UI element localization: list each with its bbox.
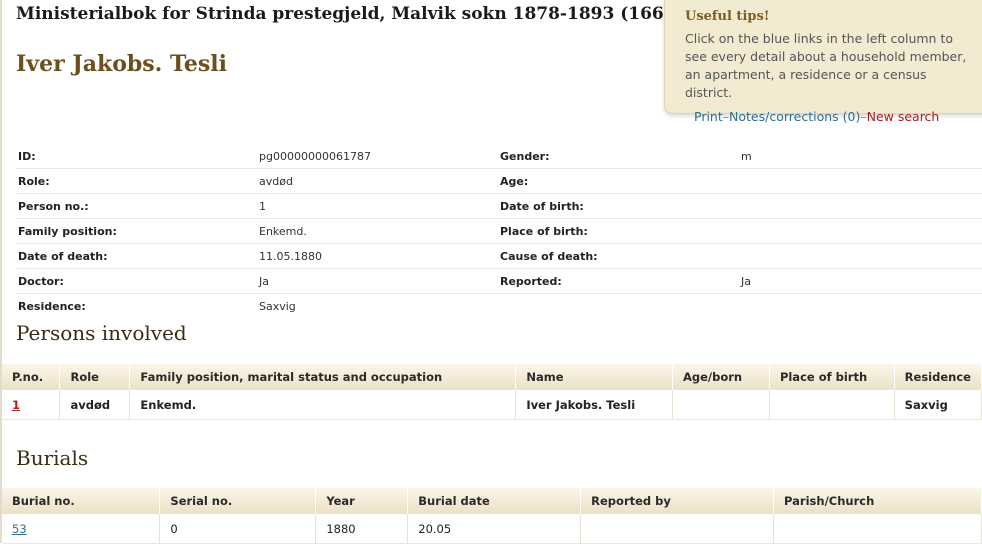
doctor-value: Ja <box>257 268 498 294</box>
cell-burial-date: 20.05 <box>407 514 582 544</box>
role-value: avdød <box>257 168 498 194</box>
person-details-table: ID: pg00000000061787 Gender: m Role: avd… <box>16 144 982 318</box>
tips-title: Useful tips! <box>685 9 770 24</box>
cell-family-position: Enkemd. <box>129 390 517 420</box>
residence-value: Saxvig <box>259 299 296 313</box>
persons-table: P.no. Role Family position, marital stat… <box>2 364 982 420</box>
detail-row: Role: avdød Age: <box>16 168 982 194</box>
cell-name: Iver Jakobs. Tesli <box>515 390 673 420</box>
detail-row: Family position: Enkemd. Place of birth: <box>16 218 982 244</box>
date-of-death-value: 11.05.1880 <box>257 243 498 269</box>
table-row: 1 avdød Enkemd. Iver Jakobs. Tesli Saxvi… <box>2 390 982 420</box>
gender-label: Gender: <box>498 144 739 169</box>
cause-of-death-label: Cause of death: <box>498 243 739 269</box>
cell-role: avdød <box>59 390 131 420</box>
date-of-birth-value <box>739 193 982 219</box>
detail-row: Date of death: 11.05.1880 Cause of death… <box>16 243 982 269</box>
col-header-pno: P.no. <box>2 364 61 390</box>
col-header-place-of-birth: Place of birth <box>769 364 895 390</box>
table-header-row: P.no. Role Family position, marital stat… <box>2 364 982 390</box>
print-link[interactable]: Print <box>694 109 723 124</box>
tips-text: Click on the blue links in the left colu… <box>685 31 967 100</box>
burials-heading: Burials <box>16 446 89 470</box>
date-of-birth-label: Date of birth: <box>498 193 739 219</box>
left-border <box>0 0 2 543</box>
cell-serial-no: 0 <box>159 514 317 544</box>
cell-reported-by <box>580 514 775 544</box>
source-title: Ministerialbok for Strinda prestegjeld, … <box>16 4 697 24</box>
detail-row: Person no.: 1 Date of birth: <box>16 193 982 219</box>
cell-parish-church <box>773 514 982 544</box>
col-header-serial-no: Serial no. <box>159 488 317 514</box>
place-of-birth-label: Place of birth: <box>498 218 739 244</box>
gender-value: m <box>739 144 982 169</box>
burials-table: Burial no. Serial no. Year Burial date R… <box>2 488 982 544</box>
col-header-parish-church: Parish/Church <box>773 488 982 514</box>
col-header-year: Year <box>315 488 409 514</box>
col-header-age-born: Age/born <box>672 364 770 390</box>
table-row: 53 0 1880 20.05 <box>2 514 982 544</box>
cell-residence: Saxvig <box>894 390 982 420</box>
col-header-burial-date: Burial date <box>407 488 582 514</box>
col-header-family-position: Family position, marital status and occu… <box>129 364 517 390</box>
cause-of-death-value <box>739 243 982 269</box>
residence-label: Residence: <box>18 299 86 313</box>
cell-age-born <box>672 390 770 420</box>
role-label: Role: <box>16 168 257 194</box>
id-value: pg00000000061787 <box>257 144 498 169</box>
id-label: ID: <box>16 144 257 169</box>
person-no-label: Person no.: <box>16 193 257 219</box>
detail-row: ID: pg00000000061787 Gender: m <box>16 144 982 169</box>
person-name-heading: Iver Jakobs. Tesli <box>16 51 227 77</box>
col-header-role: Role <box>59 364 131 390</box>
reported-value: Ja <box>739 268 982 294</box>
notes-corrections-link[interactable]: Notes/corrections (0) <box>729 109 860 124</box>
doctor-label: Doctor: <box>16 268 257 294</box>
family-position-label: Family position: <box>16 218 257 244</box>
age-value <box>739 168 982 194</box>
detail-row: Doctor: Ja Reported: Ja <box>16 268 982 294</box>
cell-place-of-birth <box>769 390 895 420</box>
burial-number-link[interactable]: 53 <box>12 522 27 536</box>
person-no-value: 1 <box>257 193 498 219</box>
action-links: Print – Notes/corrections (0) – New sear… <box>694 109 939 124</box>
col-header-reported-by: Reported by <box>580 488 775 514</box>
col-header-residence: Residence <box>894 364 982 390</box>
person-number-link[interactable]: 1 <box>12 398 20 412</box>
useful-tips-box: Useful tips! Click on the blue links in … <box>664 0 982 114</box>
detail-row: Residence: Saxvig <box>16 294 982 319</box>
persons-involved-heading: Persons involved <box>16 321 187 345</box>
new-search-link[interactable]: New search <box>867 109 940 124</box>
col-header-burial-no: Burial no. <box>2 488 161 514</box>
family-position-value: Enkemd. <box>257 218 498 244</box>
col-header-name: Name <box>515 364 673 390</box>
date-of-death-label: Date of death: <box>16 243 257 269</box>
place-of-birth-value <box>739 218 982 244</box>
reported-label: Reported: <box>498 268 739 294</box>
cell-year: 1880 <box>315 514 409 544</box>
age-label: Age: <box>498 168 739 194</box>
table-header-row: Burial no. Serial no. Year Burial date R… <box>2 488 982 514</box>
